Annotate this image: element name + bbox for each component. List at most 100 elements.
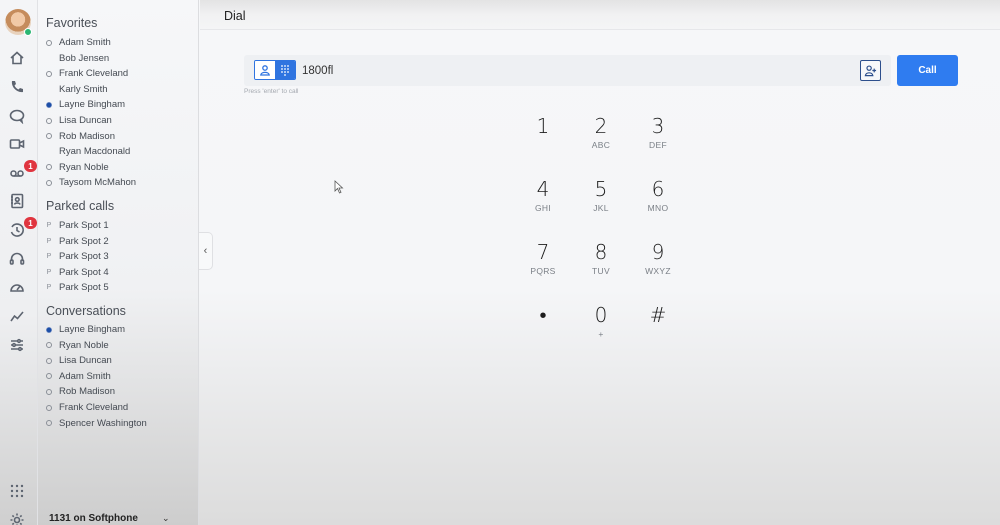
item-label: Rob Madison [59,130,115,142]
keypad-mode-button[interactable] [275,61,295,79]
dashboard-icon[interactable] [8,278,26,296]
key-digit: 4 [536,177,550,201]
item-label: Park Spot 5 [59,282,109,294]
keypad-key[interactable]: 4 GHI [513,177,573,225]
park-marker-icon: P [46,237,52,245]
key-letters: DEF [649,140,667,150]
park-spot-item[interactable]: P Park Spot 1 [46,218,109,233]
home-icon[interactable] [8,49,26,67]
item-label: Park Spot 4 [59,266,109,278]
apps-grid-icon[interactable] [8,482,26,500]
softphone-status[interactable]: 1131 on Softphone [49,513,138,524]
presence-none-icon [46,86,52,92]
contact-item[interactable]: Spencer Washington [46,416,147,431]
park-marker-icon: P [46,284,52,292]
key-letters: TUV [592,266,610,276]
headset-icon[interactable] [8,250,26,268]
presence-offline-icon [46,404,52,411]
keypad-key[interactable]: 0 + [571,303,631,351]
keypad-key[interactable]: # [628,303,688,351]
conversations-heading: Conversations [46,304,126,318]
parked-calls-heading: Parked calls [46,199,115,213]
presence-busy-icon [46,326,52,333]
contact-item[interactable]: Layne Bingham [46,322,125,337]
add-contact-button[interactable] [860,60,881,81]
analytics-icon[interactable] [8,307,26,325]
item-label: Park Spot 1 [59,220,109,231]
page-title: Dial [224,9,246,23]
keypad-key[interactable]: • [513,303,573,351]
presence-online-indicator [24,28,32,36]
item-label: Karly Smith [59,83,108,95]
presence-offline-icon [46,388,52,395]
item-label: Taysom McMahon [59,177,137,189]
key-digit: 6 [651,177,665,201]
item-label: Layne Bingham [59,99,126,111]
presence-none-icon [46,55,52,61]
contact-item[interactable]: Frank Cleveland [46,66,128,81]
dial-number-input[interactable] [302,62,842,79]
contact-item[interactable]: Rob Madison [46,129,115,144]
video-icon[interactable] [8,135,26,153]
contact-item[interactable]: Lisa Duncan [46,113,112,128]
settings-sliders-icon[interactable] [8,336,26,354]
presence-offline-icon [46,70,52,77]
contact-item[interactable]: Karly Smith [46,82,108,97]
item-label: Layne Bingham [59,324,126,335]
add-person-icon [864,65,877,77]
key-letters: PQRS [530,266,556,276]
keypad-key[interactable]: 7 PQRS [513,240,573,288]
contact-item[interactable]: Taysom McMahon [46,175,136,190]
key-digit: 3 [651,114,665,138]
chevron-down-icon[interactable]: ⌄ [162,513,170,524]
park-spot-item[interactable]: P Park Spot 2 [46,234,109,249]
gear-icon[interactable] [8,511,26,525]
contact-item[interactable]: Ryan Noble [46,160,109,175]
contact-item[interactable]: Rob Madison [46,384,115,399]
sidebar: Favorites Adam Smith Bob Jensen Frank Clev… [38,0,199,525]
park-spot-item[interactable]: P Park Spot 5 [46,280,109,295]
key-letters: JKL [593,203,609,213]
contact-item[interactable]: Adam Smith [46,35,111,50]
icon-rail: 1 1 [0,0,38,525]
keypad-key[interactable]: 9 WXYZ [628,240,688,288]
contact-item[interactable]: Layne Bingham [46,97,125,112]
keypad-key[interactable]: 5 JKL [571,177,631,225]
contact-item[interactable]: Frank Cleveland [46,400,128,415]
contacts-icon[interactable] [8,192,26,210]
item-label: Adam Smith [59,37,111,48]
page-header: Dial [200,0,1000,30]
key-digit: 9 [651,240,665,264]
collapse-sidebar-button[interactable]: ‹ [199,232,213,270]
chat-icon[interactable] [8,107,26,125]
keypad-key[interactable]: 2 ABC [571,114,631,162]
keypad-key[interactable]: 1 [513,114,573,162]
contact-item[interactable]: Ryan Macdonald [46,144,130,159]
park-spot-item[interactable]: P Park Spot 4 [46,265,109,280]
contact-item[interactable]: Lisa Duncan [46,353,112,368]
contact-item[interactable]: Bob Jensen [46,51,109,66]
key-digit: 1 [536,114,550,138]
presence-busy-icon [46,101,52,108]
key-digit: 8 [594,240,608,264]
contact-mode-button[interactable] [255,61,275,79]
item-label: Frank Cleveland [59,68,129,80]
key-digit: 5 [594,177,608,201]
phone-icon[interactable] [8,78,26,96]
park-marker-icon: P [46,222,52,229]
presence-none-icon [46,149,52,155]
voicemail-badge: 1 [24,160,37,172]
keypad-key[interactable]: 8 TUV [571,240,631,288]
history-badge: 1 [24,217,37,229]
item-label: Lisa Duncan [59,115,112,126]
park-spot-item[interactable]: P Park Spot 3 [46,249,109,264]
contact-item[interactable]: Adam Smith [46,369,111,384]
key-digit: 0 [594,303,608,327]
call-button[interactable]: Call [897,55,958,86]
contact-item[interactable]: Ryan Noble [46,338,109,353]
keypad-key[interactable]: 6 MNO [628,177,688,225]
keypad-key[interactable]: 3 DEF [628,114,688,162]
user-avatar[interactable] [5,9,32,36]
person-icon [260,65,270,76]
presence-offline-icon [46,133,52,140]
